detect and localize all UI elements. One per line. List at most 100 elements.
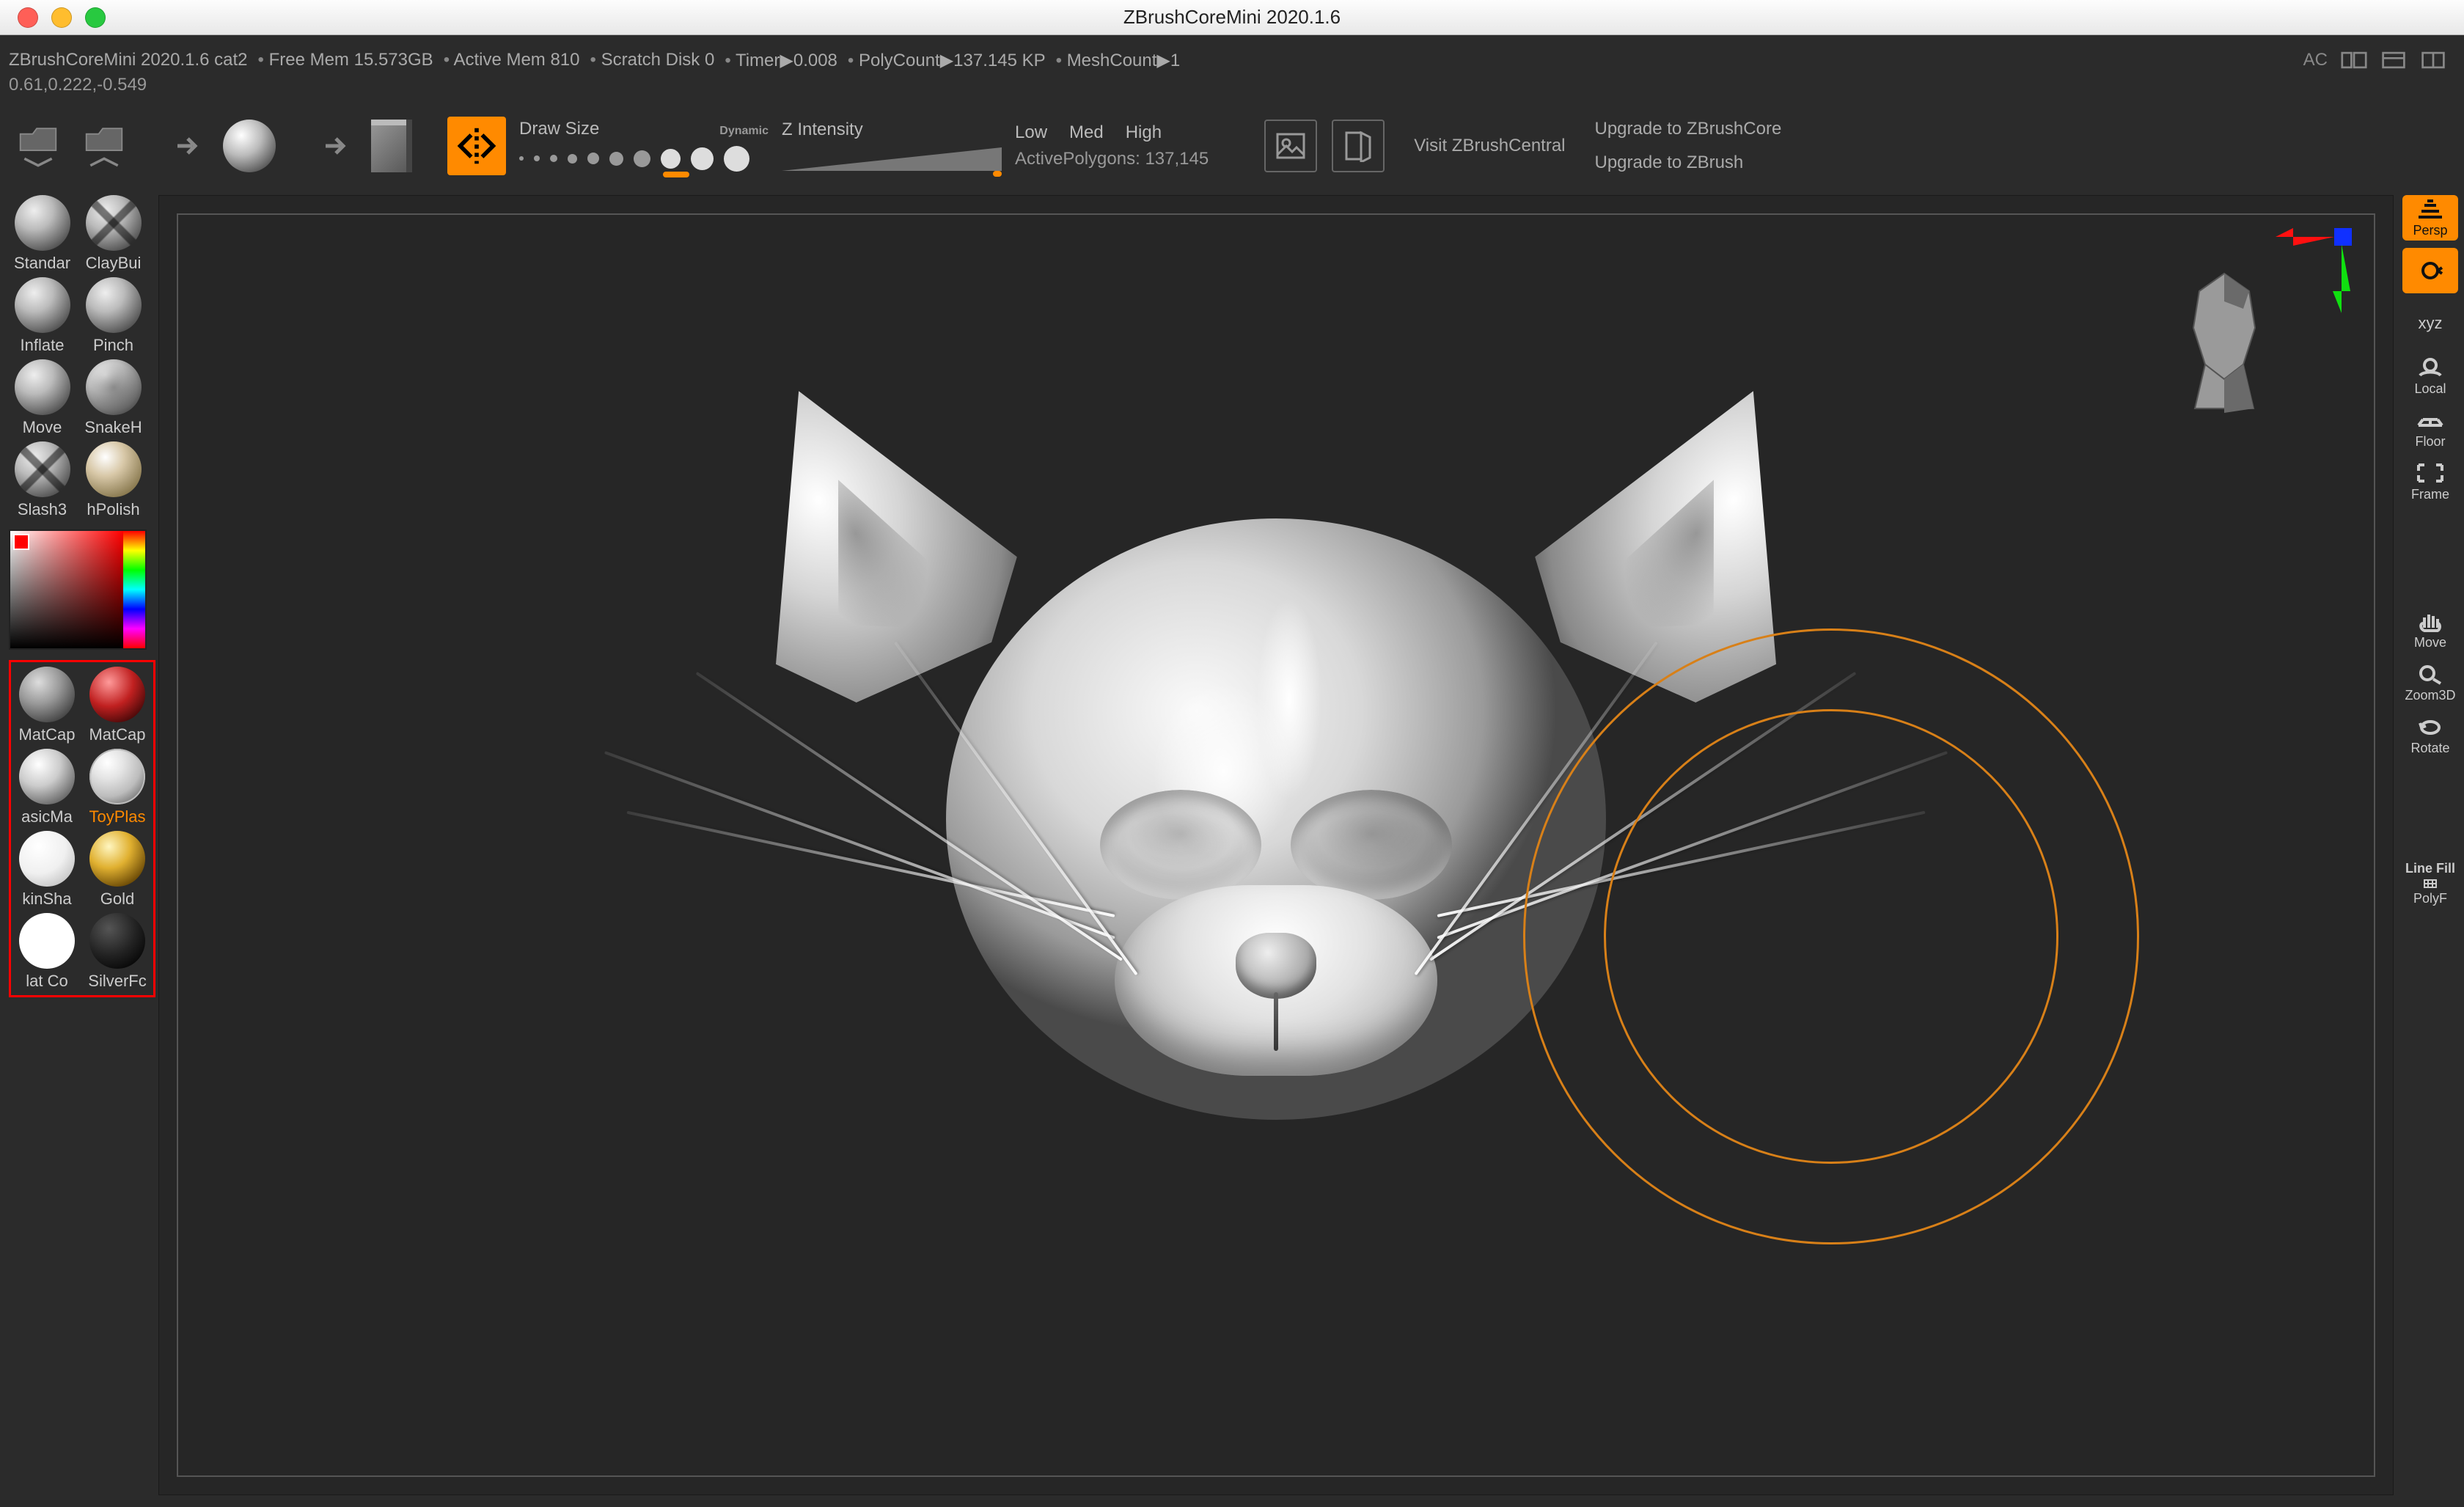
status-polycount: PolyCount▶137.145 KP [848,50,1046,71]
magnifier-icon [2416,663,2445,685]
color-picker[interactable] [9,529,147,650]
rotate-icon [2416,716,2445,738]
open-file-button[interactable] [12,118,65,174]
move-view-button[interactable]: Move [2402,607,2458,653]
brush-snakehook[interactable]: SnakeH [80,359,147,437]
z-intensity-handle[interactable] [993,171,1002,177]
material-palette: MatCap MatCap asicMa ToyPlas kinSha Gold… [9,660,155,997]
save-file-button[interactable] [78,118,131,174]
status-bar: ZBrushCoreMini 2020.1.6 cat2 Free Mem 15… [9,45,2455,75]
quality-med-button[interactable]: Med [1069,122,1104,143]
quality-low-button[interactable]: Low [1015,122,1047,143]
cat-head [946,518,1606,1120]
floor-grid-icon [2416,409,2445,431]
material-flat[interactable]: lat Co [14,913,80,991]
cat-eye-right [1291,790,1452,900]
tool-select-arrow[interactable] [169,125,210,166]
brush-hpolish[interactable]: hPolish [80,441,147,519]
local-button[interactable]: Local [2402,353,2458,399]
chevron-down-icon [18,157,59,167]
status-free-mem: Free Mem 15.573GB [258,50,433,70]
symmetry-button[interactable] [447,117,506,175]
quality-selector: Low Med High ActivePolygons: 137,145 [1015,122,1209,169]
folder-open-icon [18,125,59,157]
rotate-view-button[interactable]: Rotate [2402,713,2458,758]
status-meshcount: MeshCount▶1 [1056,50,1181,71]
material-basic[interactable]: asicMa [14,749,80,826]
arrow-right-icon [323,131,352,161]
window-maximize-button[interactable] [85,7,106,28]
image-icon [1275,130,1307,162]
brush-palette: Standar ClayBui Inflate Pinch Move Snake… [9,195,147,519]
cat-muzzle [1115,885,1437,1076]
cat-nose [1236,933,1316,999]
color-picker-hue-strip[interactable] [123,531,145,648]
window-close-button[interactable] [18,7,38,28]
arrow-right-icon [175,131,204,161]
head-silhouette-icon [2173,269,2276,430]
color-picker-swatch [13,534,29,550]
layout-icon-1[interactable] [2341,50,2367,70]
draw-size-track[interactable] [519,144,769,173]
z-intensity-wedge-icon [782,146,1002,172]
floor-button[interactable]: Floor [2402,406,2458,452]
top-toolbar: Draw Size Dynamic Z Intensity [12,106,2452,186]
upgrade-zbrushcore-link[interactable]: Upgrade to ZBrushCore [1595,119,1782,139]
symmetry-icon [456,125,497,166]
rotation-lock-button[interactable] [2402,248,2458,293]
z-intensity-label: Z Intensity [782,120,1002,140]
brush-standard[interactable]: Standar [9,195,76,273]
layout-icon-2[interactable] [2380,50,2407,70]
brush-slash3[interactable]: Slash3 [9,441,76,519]
z-intensity-slider[interactable]: Z Intensity [782,120,1002,172]
zoom3d-button[interactable]: Zoom3D [2402,660,2458,705]
active-polygons-label: ActivePolygons: [1015,149,1140,169]
brush-pinch[interactable]: Pinch [80,277,147,355]
primitive-cube-button[interactable] [371,120,412,172]
window-minimize-button[interactable] [51,7,72,28]
cat-eye-left [1100,790,1261,900]
left-panel: Standar ClayBui Inflate Pinch Move Snake… [9,195,147,997]
perspective-toggle-button[interactable]: Persp [2402,195,2458,241]
door-export-icon [1342,130,1374,162]
material-silverfoil[interactable]: SilverFc [84,913,150,991]
xyz-axis-button[interactable]: xyz [2402,301,2458,346]
export-3d-button[interactable] [1332,120,1385,172]
brush-inflate[interactable]: Inflate [9,277,76,355]
active-polygons-value: 137,145 [1145,149,1209,169]
layout-icon-3[interactable] [2420,50,2446,70]
subtool-select-arrow[interactable] [317,125,358,166]
frame-button[interactable]: Frame [2402,459,2458,505]
quality-high-button[interactable]: High [1126,122,1162,143]
draw-size-slider[interactable]: Draw Size Dynamic [519,119,769,173]
viewport[interactable] [158,195,2394,1495]
material-gold[interactable]: Gold [84,831,150,909]
draw-size-handle[interactable] [663,172,689,177]
frame-icon [2416,462,2445,484]
camera-head-gizmo[interactable] [2173,269,2276,430]
status-ac-label: AC [2303,50,2328,70]
rotation-lock-icon [2416,260,2445,282]
brush-claybuildup[interactable]: ClayBui [80,195,147,273]
window-titlebar: ZBrushCoreMini 2020.1.6 [0,0,2464,35]
sculpt-mesh-cat [763,379,1789,1259]
coordinates-readout: 0.61,0.222,-0.549 [9,75,147,95]
upgrade-zbrush-link[interactable]: Upgrade to ZBrush [1595,153,1782,173]
grid-icon [2416,879,2445,888]
dynamic-label: Dynamic [719,125,769,138]
right-toolbar: Persp xyz Local Floor Frame Move Zoom3D [2401,195,2460,906]
material-skinshade[interactable]: kinSha [14,831,80,909]
material-matcap-red[interactable]: MatCap [84,667,150,744]
render-image-button[interactable] [1264,120,1317,172]
primitive-sphere-button[interactable] [223,120,276,172]
material-matcap-gray[interactable]: MatCap [14,667,80,744]
line-fill-button[interactable]: Line Fill PolyF [2402,861,2458,906]
local-icon [2416,356,2445,378]
folder-icon [84,125,125,157]
brush-move[interactable]: Move [9,359,76,437]
material-toyplastic[interactable]: ToyPlas [84,749,150,826]
hand-move-icon [2416,610,2445,632]
status-active-mem: Active Mem 810 [444,50,580,70]
window-title: ZBrushCoreMini 2020.1.6 [0,6,2464,29]
visit-zbrushcentral-link[interactable]: Visit ZBrushCentral [1398,136,1581,156]
